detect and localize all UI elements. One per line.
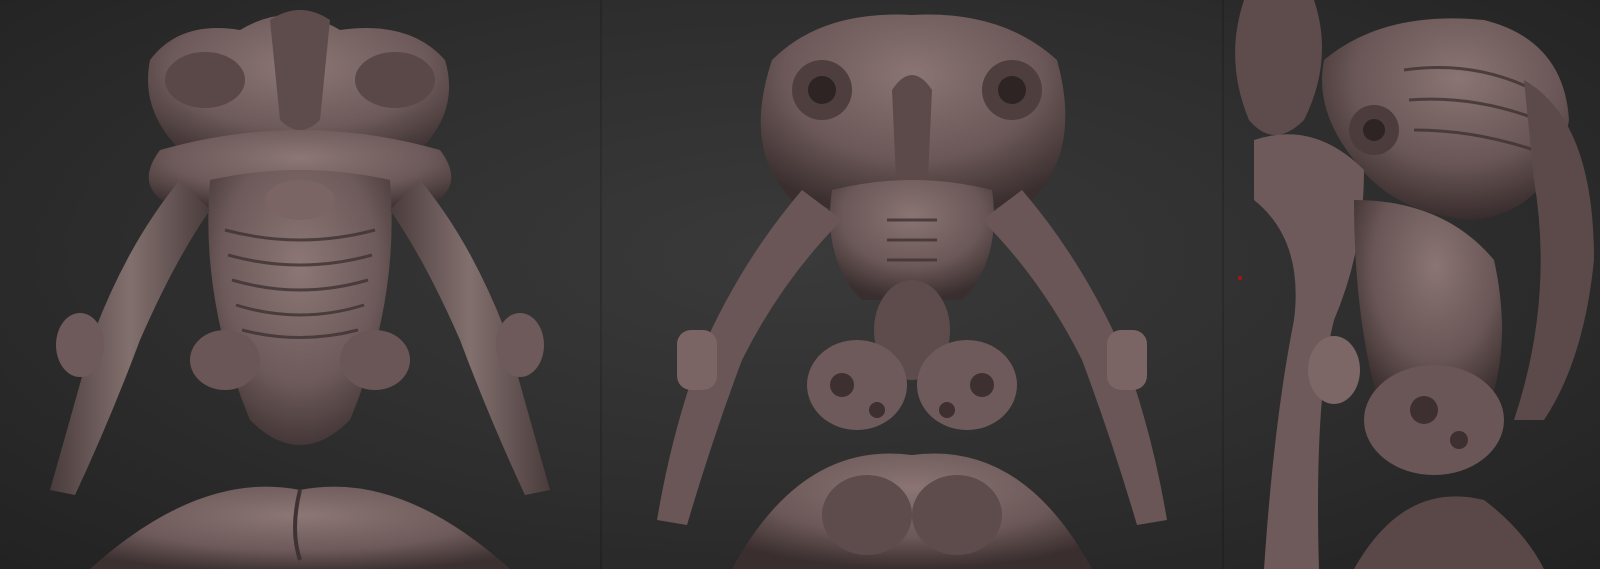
back-view-figure — [657, 14, 1167, 569]
front-view-render — [0, 0, 600, 569]
back-view-render — [602, 0, 1222, 569]
side-view-figure — [1235, 0, 1594, 569]
front-view-figure — [50, 10, 550, 569]
sculpt-viewport — [0, 0, 1600, 569]
side-view-render — [1224, 0, 1600, 569]
